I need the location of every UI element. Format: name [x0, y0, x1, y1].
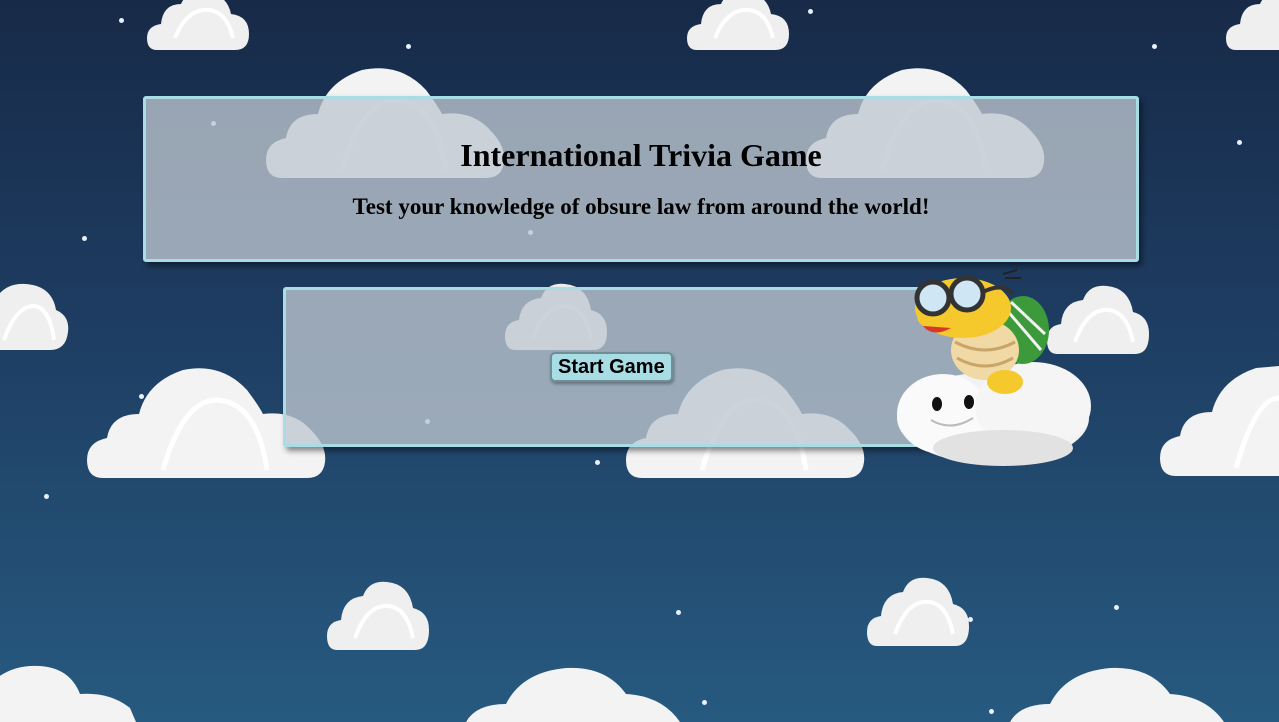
star-icon — [1114, 605, 1119, 610]
cloud-icon — [687, 0, 789, 50]
star-icon — [989, 709, 994, 714]
cloud-icon — [327, 581, 429, 650]
header-panel: International Trivia Game Test your know… — [143, 96, 1139, 262]
star-icon — [808, 9, 813, 14]
cloud-icon — [147, 0, 249, 50]
cloud-icon — [466, 667, 680, 722]
cloud-icon — [0, 283, 69, 350]
cloud-icon — [1010, 667, 1224, 722]
cloud-icon — [0, 665, 136, 722]
star-icon — [1152, 44, 1157, 49]
cloud-icon — [867, 577, 969, 646]
page-subtitle: Test your knowledge of obsure law from a… — [352, 194, 930, 219]
star-icon — [406, 44, 411, 49]
star-icon — [676, 610, 681, 615]
cloud-icon — [1226, 0, 1279, 50]
page-title: International Trivia Game — [460, 137, 822, 173]
star-icon — [119, 18, 124, 23]
game-panel: Start Game — [283, 287, 997, 447]
start-game-button[interactable]: Start Game — [550, 352, 673, 382]
star-icon — [1237, 140, 1242, 145]
star-icon — [595, 460, 600, 465]
star-icon — [702, 700, 707, 705]
cloud-icon — [1160, 366, 1279, 476]
lakitu-mascot-icon — [897, 269, 1091, 466]
star-icon — [44, 494, 49, 499]
star-icon — [82, 236, 87, 241]
